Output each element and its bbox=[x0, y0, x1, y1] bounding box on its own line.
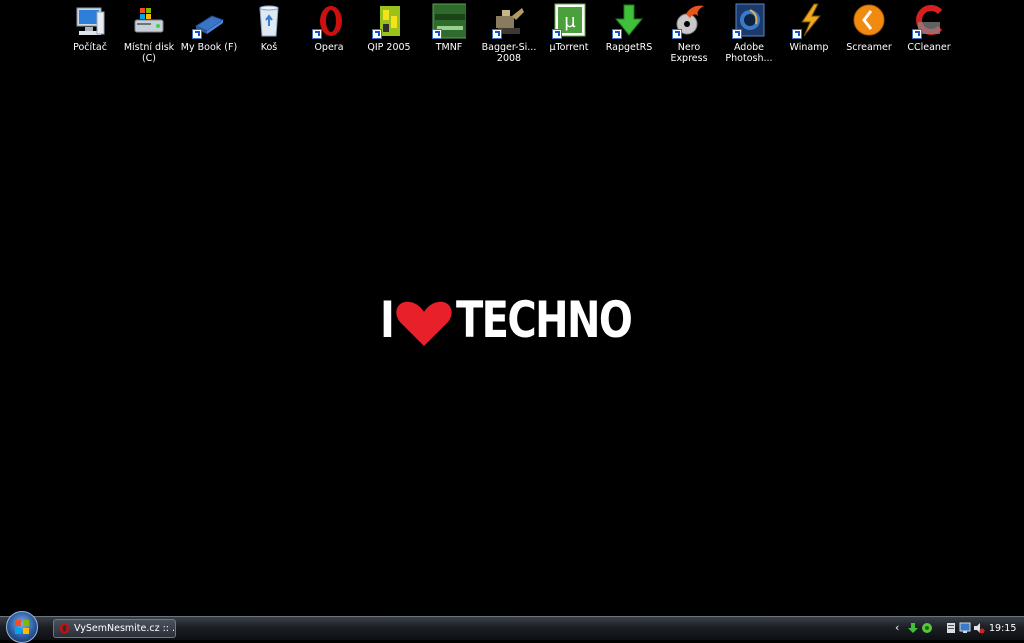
svg-text:µ: µ bbox=[564, 11, 576, 32]
shortcut-arrow-icon bbox=[672, 29, 682, 39]
desktop-icon-label: Screamer bbox=[846, 42, 892, 53]
desktop-icon-label: QIP 2005 bbox=[367, 42, 411, 53]
recycle-bin-icon bbox=[252, 2, 286, 40]
windows-update-icon[interactable] bbox=[945, 622, 957, 634]
desktop-icon-photoshop[interactable]: Adobe Photosh... bbox=[719, 2, 779, 70]
desktop-icon-local-disk[interactable]: Místní disk (C) bbox=[119, 2, 179, 70]
windows-logo-icon bbox=[15, 620, 29, 634]
desktop: Počítač Místní disk (C) My Book (F) Koš bbox=[0, 0, 1024, 616]
desktop-icon-label: µTorrent bbox=[549, 42, 589, 53]
desktop-icon-label: Nero Express bbox=[670, 42, 708, 64]
shortcut-arrow-icon bbox=[912, 29, 922, 39]
desktop-icon-label: Adobe Photosh... bbox=[725, 42, 773, 64]
wallpaper-text-techno: TECHNO bbox=[456, 291, 633, 349]
shortcut-arrow-icon bbox=[552, 29, 562, 39]
system-tray: ‹ 19:15 bbox=[890, 619, 1020, 639]
clock[interactable]: 19:15 bbox=[989, 619, 1016, 639]
shortcut-arrow-icon bbox=[192, 29, 202, 39]
volume-muted-icon[interactable] bbox=[973, 622, 985, 634]
desktop-icon-recycle-bin[interactable]: Koš bbox=[239, 2, 299, 70]
start-button[interactable] bbox=[6, 611, 38, 643]
desktop-icon-label: Bagger-Si... 2008 bbox=[481, 42, 537, 64]
desktop-icon-label: Počítač bbox=[73, 42, 107, 53]
shortcut-arrow-icon bbox=[792, 29, 802, 39]
desktop-icon-screamer[interactable]: Screamer bbox=[839, 2, 899, 70]
show-hidden-icons-button[interactable]: ‹ bbox=[895, 621, 899, 635]
network-activity-icon[interactable] bbox=[921, 622, 933, 634]
wallpaper-logo: I TECHNO bbox=[380, 292, 650, 348]
shortcut-arrow-icon bbox=[492, 29, 502, 39]
desktop-icon-label: Opera bbox=[314, 42, 344, 53]
local-disk-icon bbox=[132, 2, 166, 40]
computer-icon bbox=[73, 2, 107, 40]
desktop-icon-label: My Book (F) bbox=[180, 42, 238, 53]
desktop-icon-winamp[interactable]: Winamp bbox=[779, 2, 839, 70]
desktop-icon-nero[interactable]: Nero Express bbox=[659, 2, 719, 70]
desktop-icon-label: Místní disk (C) bbox=[123, 42, 175, 64]
heart-icon bbox=[396, 301, 452, 346]
desktop-icon-label: CCleaner bbox=[907, 42, 951, 53]
desktop-icons: Počítač Místní disk (C) My Book (F) Koš bbox=[60, 2, 960, 72]
desktop-icon-my-book[interactable]: My Book (F) bbox=[179, 2, 239, 70]
shortcut-arrow-icon bbox=[432, 29, 442, 39]
screamer-icon bbox=[852, 2, 886, 40]
display-icon[interactable] bbox=[959, 622, 971, 634]
opera-icon bbox=[60, 623, 69, 634]
desktop-icon-label: TMNF bbox=[435, 42, 463, 53]
desktop-icon-label: Winamp bbox=[789, 42, 829, 53]
desktop-icon-label: RapgetRS bbox=[605, 42, 653, 53]
taskbar: VySemNesmite.cz :: ... ‹ 19:15 bbox=[0, 611, 1024, 643]
desktop-icon-ccleaner[interactable]: CCleaner bbox=[899, 2, 959, 70]
shortcut-arrow-icon bbox=[612, 29, 622, 39]
desktop-icon-rapgetrs[interactable]: RapgetRS bbox=[599, 2, 659, 70]
desktop-icon-bagger[interactable]: Bagger-Si... 2008 bbox=[479, 2, 539, 70]
taskbar-button-opera[interactable]: VySemNesmite.cz :: ... bbox=[53, 619, 176, 638]
download-arrow-icon[interactable] bbox=[907, 622, 919, 634]
shortcut-arrow-icon bbox=[312, 29, 322, 39]
desktop-icon-tmnf[interactable]: TMNF bbox=[419, 2, 479, 70]
shortcut-arrow-icon bbox=[372, 29, 382, 39]
wallpaper-text-i: I bbox=[380, 291, 395, 349]
desktop-icon-qip[interactable]: QIP 2005 bbox=[359, 2, 419, 70]
taskbar-button-label: VySemNesmite.cz :: ... bbox=[74, 623, 176, 634]
desktop-icon-utorrent[interactable]: µ µTorrent bbox=[539, 2, 599, 70]
desktop-icon-computer[interactable]: Počítač bbox=[60, 2, 120, 70]
shortcut-arrow-icon bbox=[732, 29, 742, 39]
desktop-icon-opera[interactable]: Opera bbox=[299, 2, 359, 70]
desktop-icon-label: Koš bbox=[260, 42, 278, 53]
